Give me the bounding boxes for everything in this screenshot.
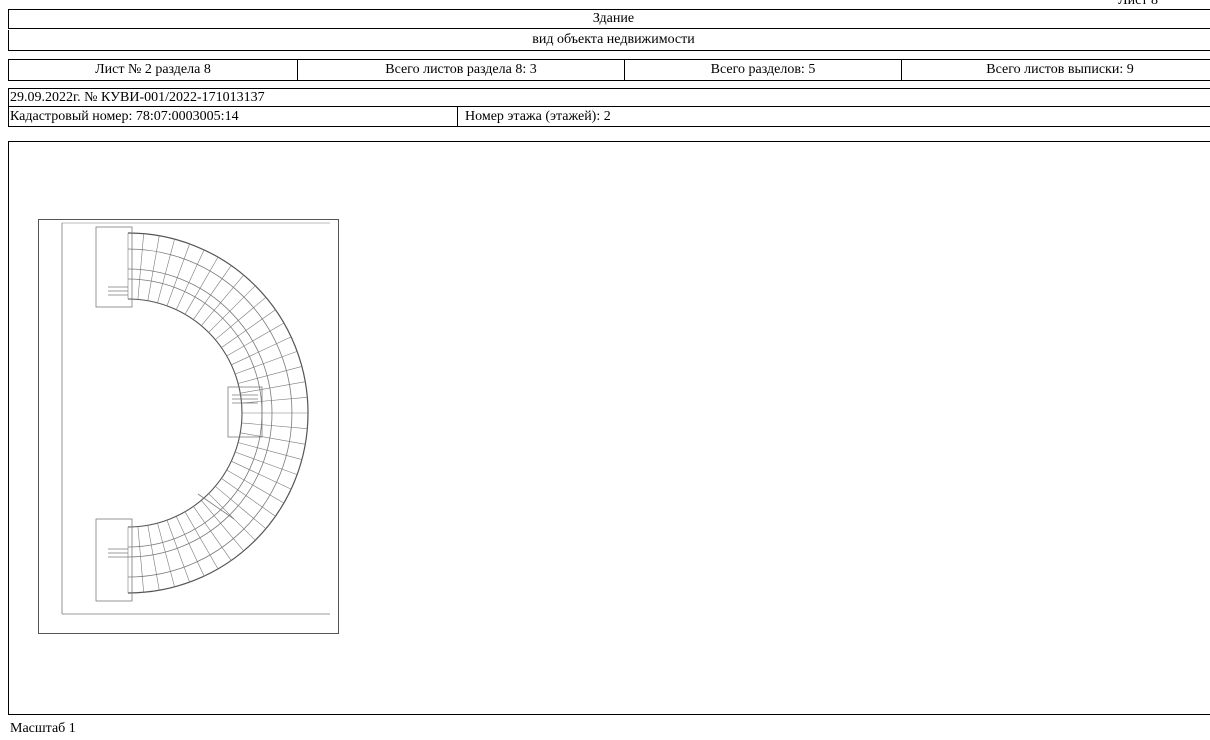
object-type-row: Здание — [8, 9, 1210, 29]
cadastral-number: Кадастровый номер: 78:07:0003005:14 — [10, 108, 239, 124]
cadastral-row: Кадастровый номер: 78:07:0003005:14 Номе… — [8, 107, 1210, 127]
scale-label: Масштаб 1 — [10, 721, 76, 736]
date-number: 29.09.2022г. № КУВИ-001/2022-171013137 — [10, 89, 265, 105]
extract-sheets-total: Всего листов выписки: 9 — [986, 62, 1134, 77]
sheet-number-cell: Лист № 2 раздела 8 — [9, 60, 298, 80]
section-sheets-total: Всего листов раздела 8: 3 — [385, 62, 537, 77]
object-type: Здание — [592, 11, 635, 26]
floor-number: Номер этажа (этажей): 2 — [465, 108, 611, 124]
object-type-caption-row: вид объекта недвижимости — [8, 30, 1210, 51]
section-sheets-cell: Всего листов раздела 8: 3 — [298, 60, 625, 80]
object-type-caption: вид объекта недвижимости — [532, 32, 695, 47]
cadastral-cell: Кадастровый номер: 78:07:0003005:14 — [9, 107, 458, 126]
sections-total-cell: Всего разделов: 5 — [625, 60, 902, 80]
floor-cell: Номер этажа (этажей): 2 — [458, 107, 1210, 126]
floor-plan-svg — [38, 219, 339, 634]
sheet-number: Лист № 2 раздела 8 — [95, 62, 211, 77]
plan-outer-border — [38, 219, 339, 634]
sections-total: Всего разделов: 5 — [710, 62, 816, 77]
sheet-info-row: Лист № 2 раздела 8 Всего листов раздела … — [8, 59, 1210, 81]
extract-sheets-cell: Всего листов выписки: 9 — [902, 60, 1210, 80]
floor-plan-drawing — [38, 219, 339, 634]
date-number-row: 29.09.2022г. № КУВИ-001/2022-171013137 — [8, 88, 1210, 107]
sheet-label: Лист 8 — [1118, 0, 1158, 8]
